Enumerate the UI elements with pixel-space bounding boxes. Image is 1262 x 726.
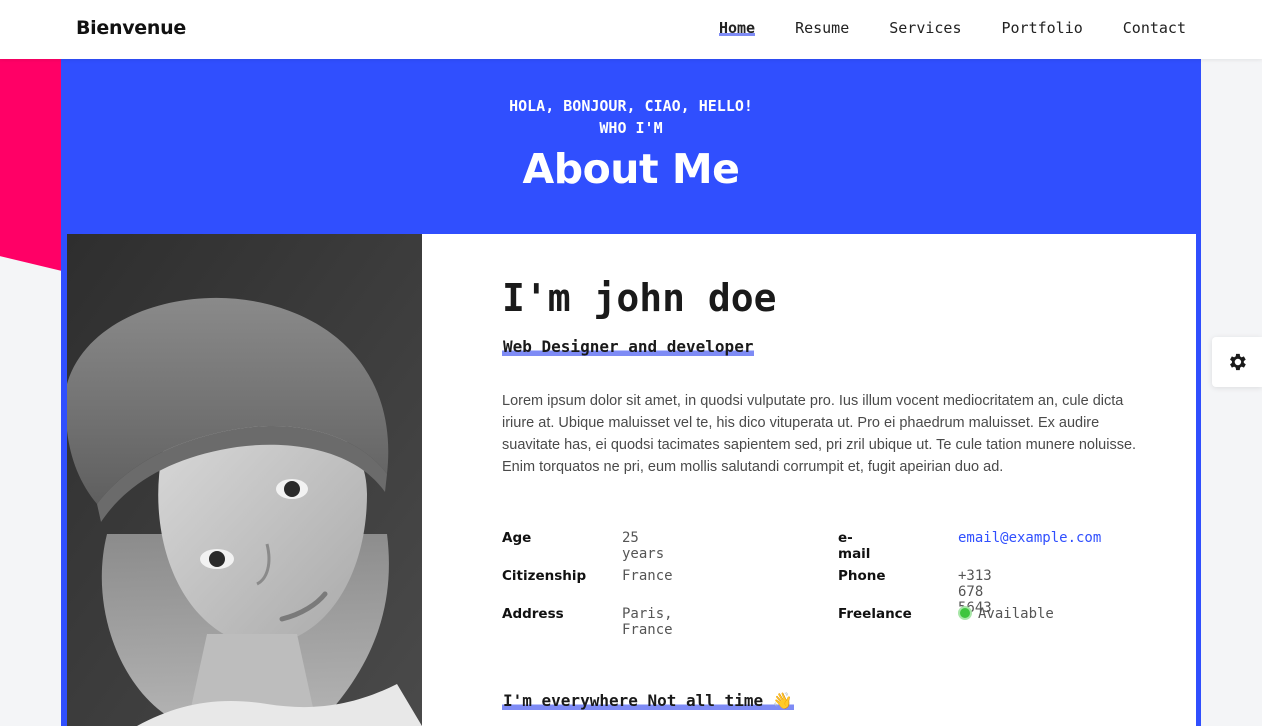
age-value: 25 years — [622, 530, 665, 562]
email-link[interactable]: email@example.com — [958, 530, 1101, 546]
freelance-label: Freelance — [838, 606, 912, 622]
hero-who: WHO I'M — [599, 119, 663, 137]
freelance-value: Available — [978, 606, 1054, 622]
brand-logo[interactable]: Bienvenue — [76, 17, 186, 39]
citizenship-label: Citizenship — [502, 568, 587, 584]
profile-photo — [67, 234, 422, 726]
nav-contact[interactable]: Contact — [1123, 19, 1186, 37]
profile-bio: Lorem ipsum dolor sit amet, in quodsi vu… — [502, 393, 1137, 475]
about-card: I'm john doe Web Designer and developer … — [422, 234, 1196, 726]
nav-services[interactable]: Services — [889, 19, 961, 37]
gear-icon — [1230, 353, 1246, 371]
profile-name: I'm john doe — [502, 276, 777, 320]
phone-label: Phone — [838, 568, 886, 584]
decorative-pink-shape — [0, 59, 62, 271]
address-label: Address — [502, 606, 564, 622]
main-nav: Home Resume Services Portfolio Contact — [718, 19, 1186, 37]
hero-greeting: HOLA, BONJOUR, CIAO, HELLO! — [509, 97, 753, 115]
age-label: Age — [502, 530, 532, 546]
hero-subtitle: HOLA, BONJOUR, CIAO, HELLO! WHO I'M — [61, 95, 1201, 139]
settings-button[interactable] — [1212, 337, 1262, 387]
address-value: Paris, France — [622, 606, 673, 638]
site-header: Bienvenue Home Resume Services Portfolio… — [0, 0, 1262, 59]
profile-role: Web Designer and developer — [502, 337, 755, 356]
page-title: About Me — [522, 145, 740, 193]
social-title: I'm everywhere Not all time 👋 — [502, 691, 794, 710]
citizenship-value: France — [622, 568, 673, 584]
freelance-status: Available — [958, 606, 1054, 622]
nav-resume[interactable]: Resume — [795, 19, 849, 37]
nav-home[interactable]: Home — [718, 19, 756, 37]
social-title-text: I'm everywhere Not all time 👋 — [502, 691, 794, 710]
status-dot-icon — [958, 606, 972, 620]
email-label: e-mail — [838, 530, 871, 562]
profile-role-text: Web Designer and developer — [502, 337, 755, 356]
nav-portfolio[interactable]: Portfolio — [1002, 19, 1083, 37]
